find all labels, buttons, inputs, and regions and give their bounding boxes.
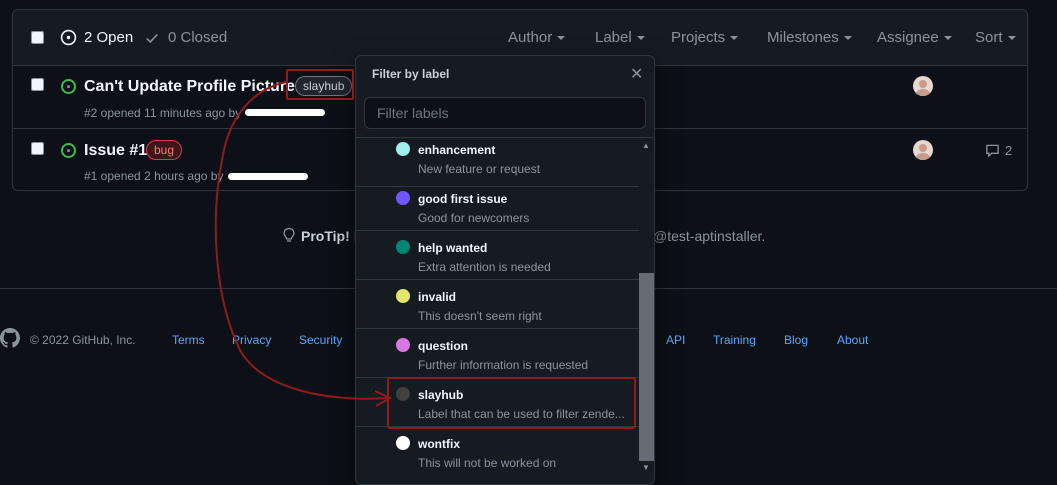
label-option-wontfix[interactable]: wontfix This will not be worked on [356,427,639,476]
chevron-down-icon [557,36,566,41]
label-color-swatch [396,240,410,254]
chevron-down-icon [636,36,645,41]
label-color-swatch [396,436,410,450]
label-description: Extra attention is needed [418,260,551,274]
footer-link-security[interactable]: Security [299,333,342,347]
chevron-down-icon [843,36,852,41]
issue-opened-icon [60,29,77,46]
chevron-up-icon[interactable]: ▲ [642,141,650,150]
label-description: This doesn't seem right [418,309,542,323]
issue-title-link[interactable]: Can't Update Profile Picture. [84,78,299,96]
scrollbar-thumb[interactable] [639,273,654,461]
label-filter[interactable]: Label [595,29,645,46]
dropdown-title: Filter by label [372,67,450,81]
label-option-good-first-issue[interactable]: good first issue Good for newcomers [356,182,639,231]
filter-labels-input[interactable] [364,97,646,129]
issue-opened-icon [61,79,76,94]
projects-filter-label: Projects [671,29,726,46]
chevron-down-icon [730,36,739,41]
footer-link-privacy[interactable]: Privacy [232,333,271,347]
label-name: invalid [418,290,457,304]
label-description: New feature or request [418,162,541,176]
author-filter[interactable]: Author [508,29,566,46]
label-color-swatch [396,338,410,352]
annotation-box-slayhub-option [387,377,636,429]
footer-link-about[interactable]: About [837,333,868,347]
chevron-down-icon [1007,36,1016,41]
label-color-swatch [396,142,410,156]
footer-link-terms[interactable]: Terms [172,333,205,347]
label-color-swatch [396,289,410,303]
projects-filter[interactable]: Projects [671,29,739,46]
milestones-filter-label: Milestones [767,29,839,46]
footer-copyright: © 2022 GitHub, Inc. [30,333,136,347]
label-name: question [418,339,468,353]
label-name: good first issue [418,192,508,206]
issue-checkbox[interactable] [31,142,44,155]
issue-meta: #1 opened 2 hours ago by [84,169,224,183]
label-description: Further information is requested [418,358,589,372]
protip-text-end: @test-aptinstaller. [653,228,766,244]
open-issues-tab[interactable]: 2 Open [84,29,133,46]
comment-icon[interactable] [985,143,1000,158]
assignee-filter-label: Assignee [877,29,939,46]
select-all-checkbox[interactable] [31,31,44,44]
avatar[interactable] [913,140,933,160]
protip-label: ProTip! [301,228,350,244]
chevron-down-icon [943,36,952,41]
redaction-mark [245,109,325,116]
avatar[interactable] [913,76,933,96]
label-name: wontfix [418,437,460,451]
label-name: enhancement [418,143,496,157]
annotation-box-issue-label [286,69,354,100]
redaction-mark [228,173,308,180]
label-color-swatch [396,191,410,205]
issue-meta: #2 opened 11 minutes ago by [84,106,242,120]
light-bulb-icon [283,227,295,242]
author-filter-label: Author [508,29,553,46]
sort-filter[interactable]: Sort [975,29,1016,46]
close-icon[interactable]: ✕ [630,64,643,84]
comment-count[interactable]: 2 [1005,143,1012,158]
footer-link-blog[interactable]: Blog [784,333,808,347]
issue-label-bug[interactable]: bug [146,140,183,160]
label-option-invalid[interactable]: invalid This doesn't seem right [356,280,639,329]
label-option-help-wanted[interactable]: help wanted Extra attention is needed [356,231,639,280]
chevron-down-icon[interactable]: ▼ [642,463,650,472]
label-filter-label: Label [595,29,632,46]
check-icon [146,33,158,44]
label-option-enhancement[interactable]: enhancement New feature or request [356,138,639,187]
github-mark-icon[interactable] [0,327,20,349]
footer-link-training[interactable]: Training [713,333,756,347]
label-description: This will not be worked on [418,456,557,470]
milestones-filter[interactable]: Milestones [767,29,852,46]
label-description: Good for newcomers [418,211,530,225]
closed-issues-tab[interactable]: 0 Closed [168,29,227,46]
label-name: help wanted [418,241,488,255]
issue-checkbox[interactable] [31,78,44,91]
label-option-question[interactable]: question Further information is requeste… [356,329,639,378]
issue-opened-icon [61,143,76,158]
issue-title-link[interactable]: Issue #1 [84,142,147,160]
footer-link-api[interactable]: API [666,333,685,347]
sort-filter-label: Sort [975,29,1003,46]
assignee-filter[interactable]: Assignee [877,29,952,46]
